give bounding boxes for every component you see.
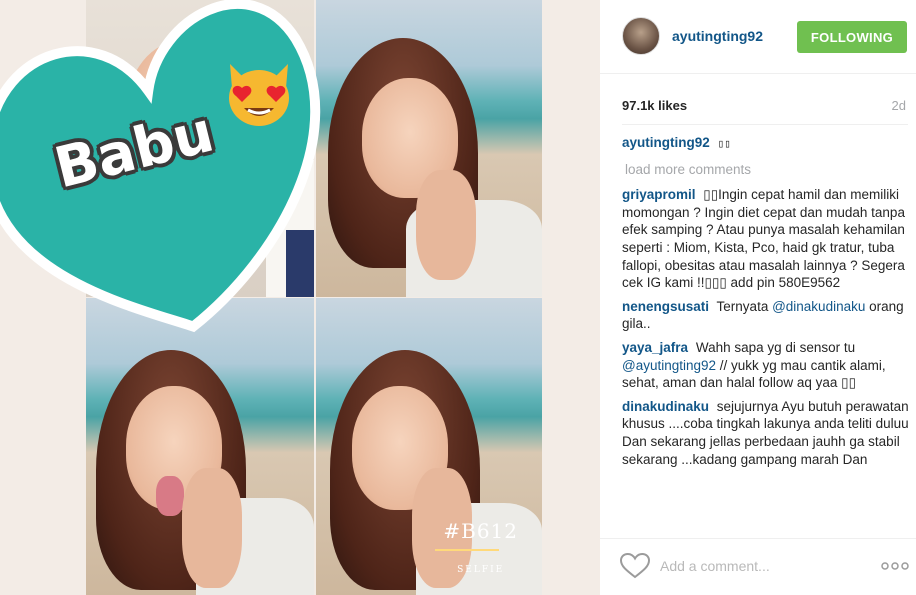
comment-text: ▯▯Ingin cepat hamil dan memiliki momonga… bbox=[622, 187, 905, 291]
comment-username[interactable]: yaya_jafra bbox=[622, 340, 688, 355]
comments-list: ayutingting92 ▯▯ load more comments griy… bbox=[622, 134, 912, 474]
instagram-post-view: #B612 SELFIE Babu ayutingting92 FOLLOWIN… bbox=[0, 0, 916, 595]
comment-mention[interactable]: @dinakudinaku bbox=[772, 299, 865, 314]
post-detail-panel: ayutingting92 FOLLOWING 97.1k likes 2d a… bbox=[600, 0, 916, 595]
watermark-subtext: SELFIE bbox=[457, 565, 505, 575]
post-author-username[interactable]: ayutingting92 bbox=[672, 28, 763, 44]
comment-text: Ternyata bbox=[716, 298, 773, 314]
likes-count[interactable]: 97.1k likes bbox=[622, 98, 687, 113]
b612-watermark: #B612 SELFIE bbox=[435, 519, 518, 575]
comment-item: dinakudinaku sejujurnya Ayu butuh perawa… bbox=[622, 398, 912, 468]
comment-mention[interactable]: @ayutingting92 bbox=[622, 358, 716, 373]
comment-username[interactable]: nenengsusati bbox=[622, 299, 709, 314]
comment-item: nenengsusati Ternyata @dinakudinaku oran… bbox=[622, 298, 912, 333]
caption-text: ▯▯ bbox=[717, 137, 731, 150]
comment-footer bbox=[600, 538, 916, 595]
comment-text: Wahh sapa yg di sensor tu bbox=[695, 339, 856, 355]
caption: ayutingting92 ▯▯ bbox=[622, 134, 912, 153]
watermark-text: #B612 bbox=[443, 519, 518, 543]
load-more-comments-link[interactable]: load more comments bbox=[625, 161, 912, 179]
comment-username[interactable]: dinakudinaku bbox=[622, 399, 709, 414]
more-options-icon[interactable] bbox=[880, 559, 910, 573]
comment-username[interactable]: griyapromil bbox=[622, 187, 696, 202]
heart-eyes-cat-emoji bbox=[229, 64, 289, 126]
comment-item: yaya_jafra Wahh sapa yg di sensor tu @ay… bbox=[622, 339, 912, 392]
post-photo[interactable]: #B612 SELFIE Babu bbox=[0, 0, 600, 595]
heart-sticker bbox=[0, 0, 321, 333]
add-comment-input[interactable] bbox=[660, 555, 860, 577]
avatar[interactable] bbox=[622, 17, 660, 55]
comment-item: griyapromil ▯▯Ingin cepat hamil dan memi… bbox=[622, 186, 912, 292]
following-button[interactable]: FOLLOWING bbox=[797, 21, 907, 53]
post-age[interactable]: 2d bbox=[892, 98, 906, 113]
caption-username[interactable]: ayutingting92 bbox=[622, 135, 710, 150]
post-header: ayutingting92 FOLLOWING bbox=[600, 0, 916, 74]
divider bbox=[622, 124, 908, 125]
heart-outline-icon[interactable] bbox=[620, 553, 650, 579]
